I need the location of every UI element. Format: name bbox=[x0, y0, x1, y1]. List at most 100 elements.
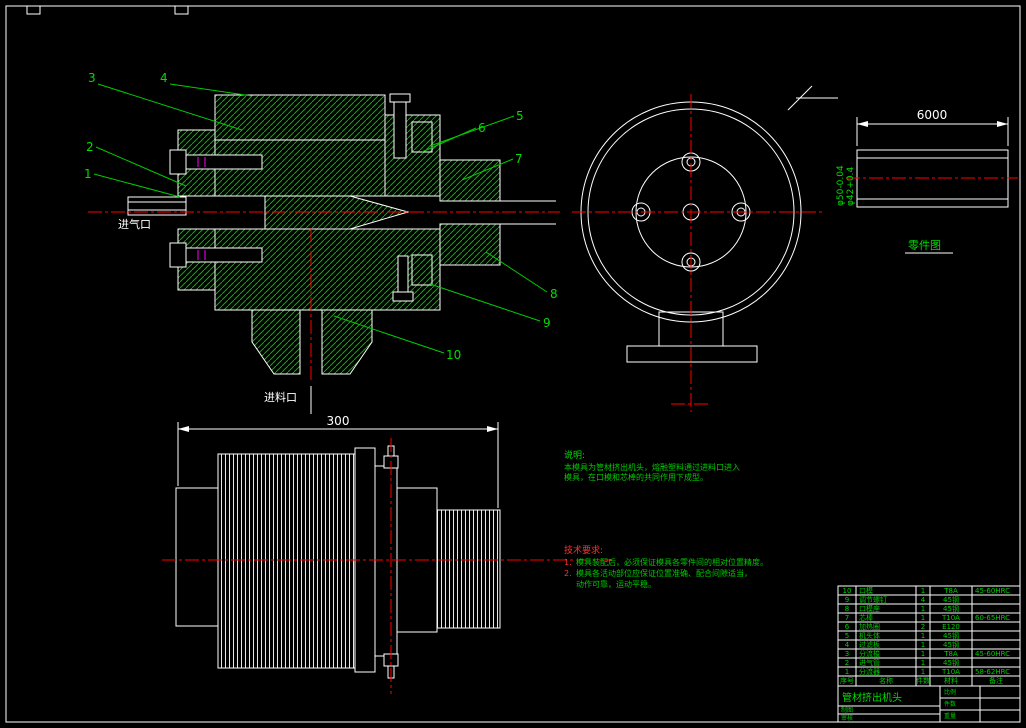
ribbed-body-small bbox=[436, 509, 501, 629]
part-qty: 1 bbox=[921, 587, 925, 595]
end-view bbox=[572, 85, 838, 412]
part-qty: 1 bbox=[921, 659, 925, 667]
parts-row: 2 进气管 1 45钢 bbox=[845, 658, 959, 667]
part-material: T8A bbox=[943, 587, 958, 595]
die-lower bbox=[439, 223, 501, 266]
tech-requirements-title: 技术要求: bbox=[564, 544, 603, 556]
part-name: 芯棒 bbox=[859, 613, 873, 622]
qty-label: 件数 bbox=[944, 700, 956, 708]
parts-row: 3 分流梭 1 T8A 45-60HRC bbox=[845, 649, 1010, 658]
drawing-title: 管材挤出机头 bbox=[842, 691, 902, 704]
part-view: 6000 φ50-0.04 φ42+0.4 零件图 bbox=[836, 108, 1018, 254]
part-no: 4 bbox=[845, 641, 850, 649]
notes-desc-title: 说明: bbox=[564, 449, 585, 461]
part-qty: 1 bbox=[921, 614, 925, 622]
part-no: 10 bbox=[843, 587, 852, 595]
part-name: 过滤板 bbox=[859, 640, 880, 649]
part-qty: 2 bbox=[921, 623, 925, 631]
notes: 说明: 本模具为管材挤出机头，熔融塑料通过进料口进入 模具，在口模和芯棒的共同作… bbox=[564, 449, 768, 589]
part-qty: 1 bbox=[921, 632, 925, 640]
part-name: 分流梭 bbox=[859, 649, 880, 658]
callout-5: 5 bbox=[429, 109, 524, 147]
dimension-6000: 6000 bbox=[856, 108, 1009, 146]
dia-outer-label: φ50-0.04 bbox=[836, 165, 846, 206]
callout-label: 1 bbox=[84, 167, 92, 181]
checked-label: 审核 bbox=[841, 714, 853, 722]
part-name: 口模 bbox=[859, 586, 873, 595]
part-qty: 1 bbox=[921, 641, 925, 649]
part-no: 6 bbox=[845, 623, 850, 631]
callout-label: 4 bbox=[160, 71, 168, 85]
weight-label: 重量 bbox=[944, 712, 956, 720]
washer-top bbox=[411, 121, 433, 153]
header-name: 名称 bbox=[879, 676, 893, 685]
part-no: 9 bbox=[845, 596, 849, 604]
notes-desc-line: 模具，在口模和芯棒的共同作用下成型。 bbox=[564, 472, 708, 482]
part-name: 机头体 bbox=[859, 631, 880, 640]
title-block: 10 口模 1 T8A 45-60HRC 9 调节螺钉 4 45钢 8 口模座 … bbox=[837, 585, 1021, 723]
section-view: 进气口 进料口 1 2 3 4 5 6 7 8 9 10 bbox=[84, 71, 560, 414]
parts-header-row: 序号 名称 件数 材料 备注 bbox=[840, 676, 1003, 685]
section-cut-mark bbox=[787, 85, 838, 111]
part-name: 调节螺钉 bbox=[859, 595, 887, 604]
tech-line-text: 模具各活动部位应保证位置准确、配合间隙适当， bbox=[576, 568, 752, 578]
callout-4: 4 bbox=[160, 71, 253, 97]
part-note: 45-60HRC bbox=[975, 587, 1010, 595]
header-material: 材料 bbox=[944, 676, 958, 685]
air-inlet-label: 进气口 bbox=[118, 217, 151, 231]
part-qty: 1 bbox=[921, 605, 925, 613]
centering-mark bbox=[174, 5, 189, 15]
washer-bottom bbox=[411, 254, 433, 286]
callout-label: 5 bbox=[516, 109, 524, 123]
part-name: 分流器 bbox=[859, 667, 880, 676]
part-qty: 1 bbox=[921, 650, 925, 658]
top-plate bbox=[214, 94, 386, 141]
bolt-bottom-head bbox=[392, 291, 414, 302]
part-qty: 4 bbox=[921, 596, 926, 604]
parts-row: 4 过滤板 1 45钢 bbox=[845, 640, 959, 649]
part-caption: 零件图 bbox=[908, 239, 941, 252]
parts-row: 10 口模 1 T8A 45-60HRC bbox=[843, 586, 1011, 595]
part-material: 45钢 bbox=[943, 604, 959, 613]
parts-row: 9 调节螺钉 4 45钢 bbox=[845, 595, 959, 604]
part-material: 45钢 bbox=[943, 595, 959, 604]
part-material: 45钢 bbox=[943, 658, 959, 667]
part-material: E120 bbox=[942, 623, 960, 631]
ribbed-body-large bbox=[217, 453, 356, 669]
cad-drawing-canvas: 进气口 进料口 1 2 3 4 5 6 7 8 9 10 6000 φ50-0.… bbox=[0, 0, 1026, 728]
part-note: 60-65HRC bbox=[975, 614, 1010, 622]
centering-mark bbox=[26, 5, 41, 15]
callout-label: 9 bbox=[543, 316, 551, 330]
flange-2 bbox=[374, 465, 398, 657]
tech-line-num: 2. bbox=[564, 569, 572, 578]
part-no: 3 bbox=[845, 650, 849, 658]
dim-6000-label: 6000 bbox=[917, 108, 948, 122]
callout-label: 3 bbox=[88, 71, 96, 85]
part-no: 8 bbox=[845, 605, 849, 613]
parts-row: 1 分流器 1 T10A 58-62HRC bbox=[845, 667, 1010, 676]
callout-label: 10 bbox=[446, 348, 461, 362]
notes-desc-line: 本模具为管材挤出机头，熔融塑料通过进料口进入 bbox=[564, 462, 740, 472]
part-material: T8A bbox=[943, 650, 958, 658]
stand-base bbox=[626, 345, 758, 363]
part-no: 2 bbox=[845, 659, 849, 667]
part-material: T10A bbox=[941, 668, 960, 676]
bolt-bottom bbox=[397, 255, 409, 295]
callout-1: 1 bbox=[84, 167, 181, 198]
side-view: 300 bbox=[162, 414, 612, 694]
part-material: 45钢 bbox=[943, 631, 959, 640]
part-no: 7 bbox=[845, 614, 849, 622]
callout-label: 2 bbox=[86, 140, 94, 154]
funnel-left bbox=[251, 309, 301, 375]
feed-inlet-label: 进料口 bbox=[264, 390, 297, 404]
dim-300-label: 300 bbox=[327, 414, 350, 428]
callout-9: 9 bbox=[429, 283, 551, 330]
bolt-top-head bbox=[389, 93, 411, 103]
parts-row: 5 机头体 1 45钢 bbox=[845, 631, 959, 640]
part-material: 45钢 bbox=[943, 640, 959, 649]
bolt-top bbox=[393, 99, 407, 159]
part-note: 58-62HRC bbox=[975, 668, 1010, 676]
callout-label: 7 bbox=[515, 152, 523, 166]
header-no: 序号 bbox=[840, 676, 854, 685]
callout-8: 8 bbox=[485, 251, 558, 301]
